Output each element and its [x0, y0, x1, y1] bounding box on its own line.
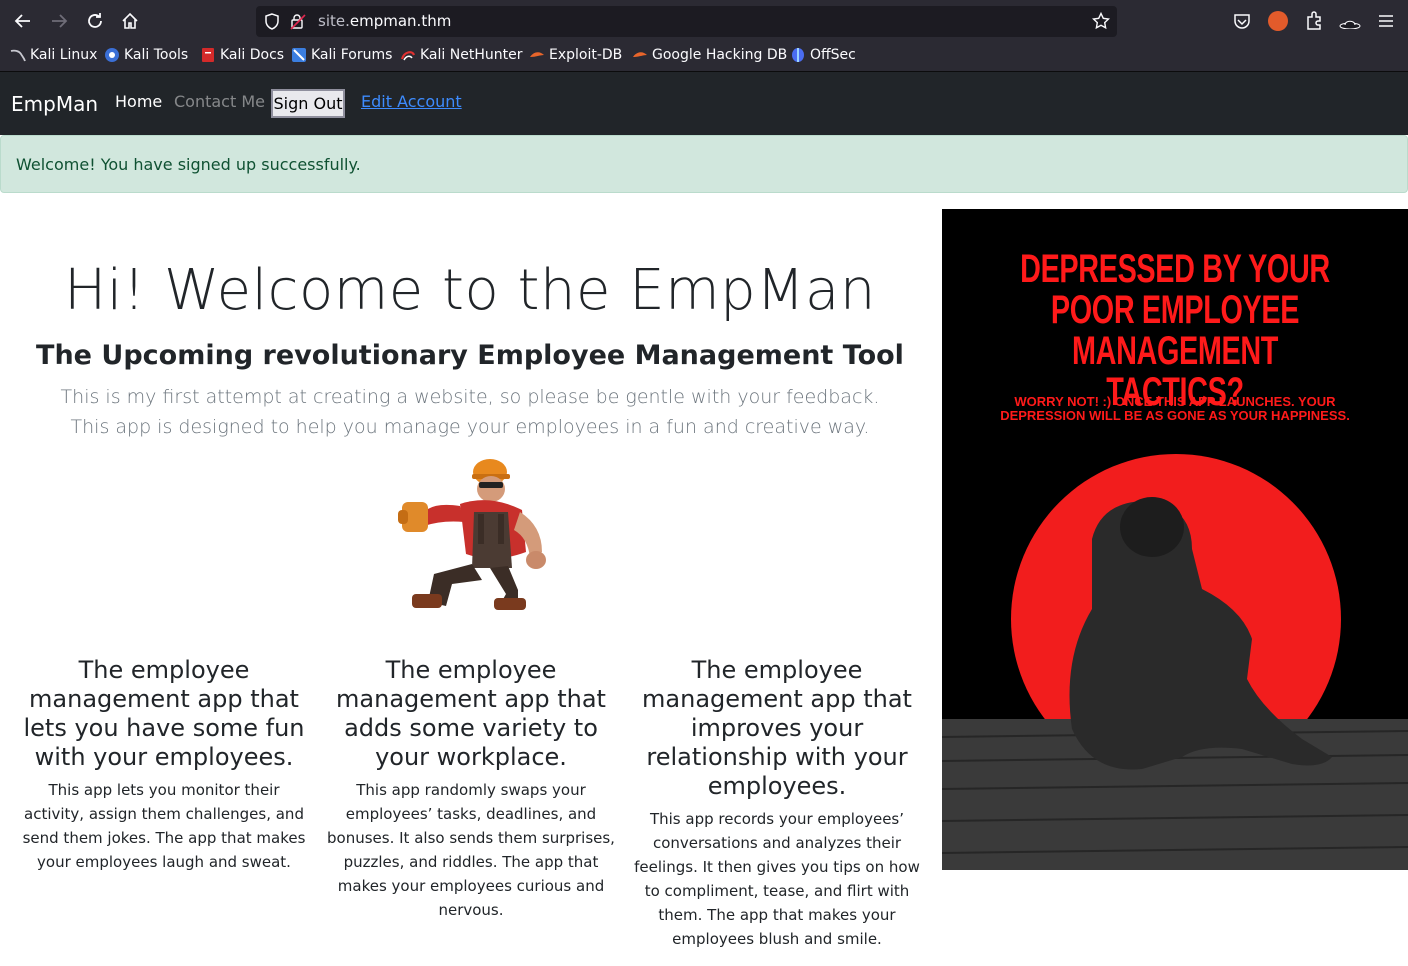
bookmark-label: Kali Tools	[124, 47, 189, 63]
kali-tools-icon	[104, 47, 120, 63]
promo-poster: DEPRESSED BY YOUR POOR EMPLOYEE MANAGEME…	[942, 209, 1408, 870]
bookmark-google-hacking-db[interactable]: Google Hacking DB	[632, 47, 787, 63]
feature-heading: The employee management app that improve…	[642, 656, 912, 800]
bookmark-label: Google Hacking DB	[652, 47, 788, 63]
nav-home-link[interactable]: Home	[115, 92, 162, 111]
bookmark-label: OffSec	[810, 47, 856, 63]
url-bar[interactable]: site.empman.thm	[256, 6, 1117, 37]
offsec-icon	[790, 47, 806, 63]
hamburger-menu-icon[interactable]	[1378, 13, 1394, 32]
url-domain: empman.thm	[349, 12, 452, 30]
feature-card-3: The employee management app that improve…	[632, 656, 922, 951]
poster-headline: DEPRESSED BY YOUR POOR EMPLOYEE MANAGEME…	[1020, 247, 1330, 414]
pocket-icon[interactable]	[1233, 12, 1251, 34]
extensions-puzzle-icon[interactable]	[1305, 11, 1323, 35]
bookmark-exploit-db[interactable]: Exploit-DB	[529, 47, 622, 63]
nav-contact-link[interactable]: Contact Me	[174, 92, 265, 111]
ghdb-icon	[632, 47, 648, 63]
hat-icon[interactable]	[1339, 14, 1361, 30]
insecure-lock-icon[interactable]	[290, 13, 306, 34]
poster-subline: WORRY NOT! :) ONCE THIS APP LAUNCHES. YO…	[1000, 394, 1350, 423]
bookmark-label: Exploit-DB	[549, 47, 623, 63]
bookmark-kali-tools[interactable]: Kali Tools	[104, 47, 188, 63]
page-subtitle: The Upcoming revolutionary Employee Mana…	[36, 340, 904, 371]
intro-paragraph: This is my first attempt at creating a w…	[60, 386, 880, 438]
bookmark-kali-forums[interactable]: Kali Forums	[291, 47, 392, 63]
kali-docs-icon	[200, 47, 216, 63]
kali-forums-icon	[291, 47, 307, 63]
url-text[interactable]: site.empman.thm	[318, 12, 451, 30]
bookmark-kali-linux[interactable]: Kali Linux	[10, 47, 97, 63]
sign-out-button[interactable]: Sign Out	[271, 89, 345, 118]
bookmark-star-icon[interactable]	[1091, 11, 1111, 34]
bookmark-label: Kali Docs	[220, 47, 285, 63]
bookmark-kali-nethunter[interactable]: Kali NetHunter	[400, 47, 522, 63]
feature-body: This app randomly swaps your employees’ …	[327, 781, 615, 919]
reload-icon[interactable]	[83, 9, 107, 33]
extension-badge-icon[interactable]	[1268, 11, 1288, 31]
forward-arrow-icon[interactable]	[47, 9, 71, 33]
exploit-db-icon	[529, 47, 545, 63]
browser-toolbar: site.empman.thm	[0, 0, 1408, 42]
alert-message: Welcome! You have signed up successfully…	[16, 155, 361, 174]
feature-body: This app records your employees’ convers…	[634, 810, 920, 948]
bookmarks-bar: Kali Linux Kali Tools Kali Docs Kali For…	[0, 42, 1408, 72]
edit-account-link[interactable]: Edit Account	[361, 92, 462, 111]
site-navbar: EmpMan Home Contact Me Sign Out Edit Acc…	[0, 72, 1408, 135]
back-arrow-icon[interactable]	[11, 9, 35, 33]
bookmark-kali-docs[interactable]: Kali Docs	[200, 47, 284, 63]
feature-body: This app lets you monitor their activity…	[22, 781, 306, 871]
bookmark-offsec[interactable]: OffSec	[790, 47, 856, 63]
success-alert: Welcome! You have signed up successfully…	[0, 135, 1408, 193]
feature-heading: The employee management app that adds so…	[336, 656, 606, 771]
feature-card-1: The employee management app that lets yo…	[19, 656, 309, 874]
kali-nethunter-icon	[400, 47, 416, 63]
bookmark-label: Kali NetHunter	[420, 47, 523, 63]
page-title: Hi! Welcome to the EmpMan	[64, 258, 876, 323]
brand-logo[interactable]: EmpMan	[11, 92, 98, 116]
bookmark-label: Kali Forums	[311, 47, 393, 63]
feature-heading: The employee management app that lets yo…	[23, 656, 305, 771]
bookmark-label: Kali Linux	[30, 47, 98, 63]
feature-card-2: The employee management app that adds so…	[326, 656, 616, 922]
url-prefix: site.	[318, 12, 350, 30]
engineer-mascot-image	[394, 456, 548, 610]
shield-icon[interactable]	[264, 13, 280, 34]
home-icon[interactable]	[118, 9, 142, 33]
kali-dragon-icon	[10, 47, 26, 63]
